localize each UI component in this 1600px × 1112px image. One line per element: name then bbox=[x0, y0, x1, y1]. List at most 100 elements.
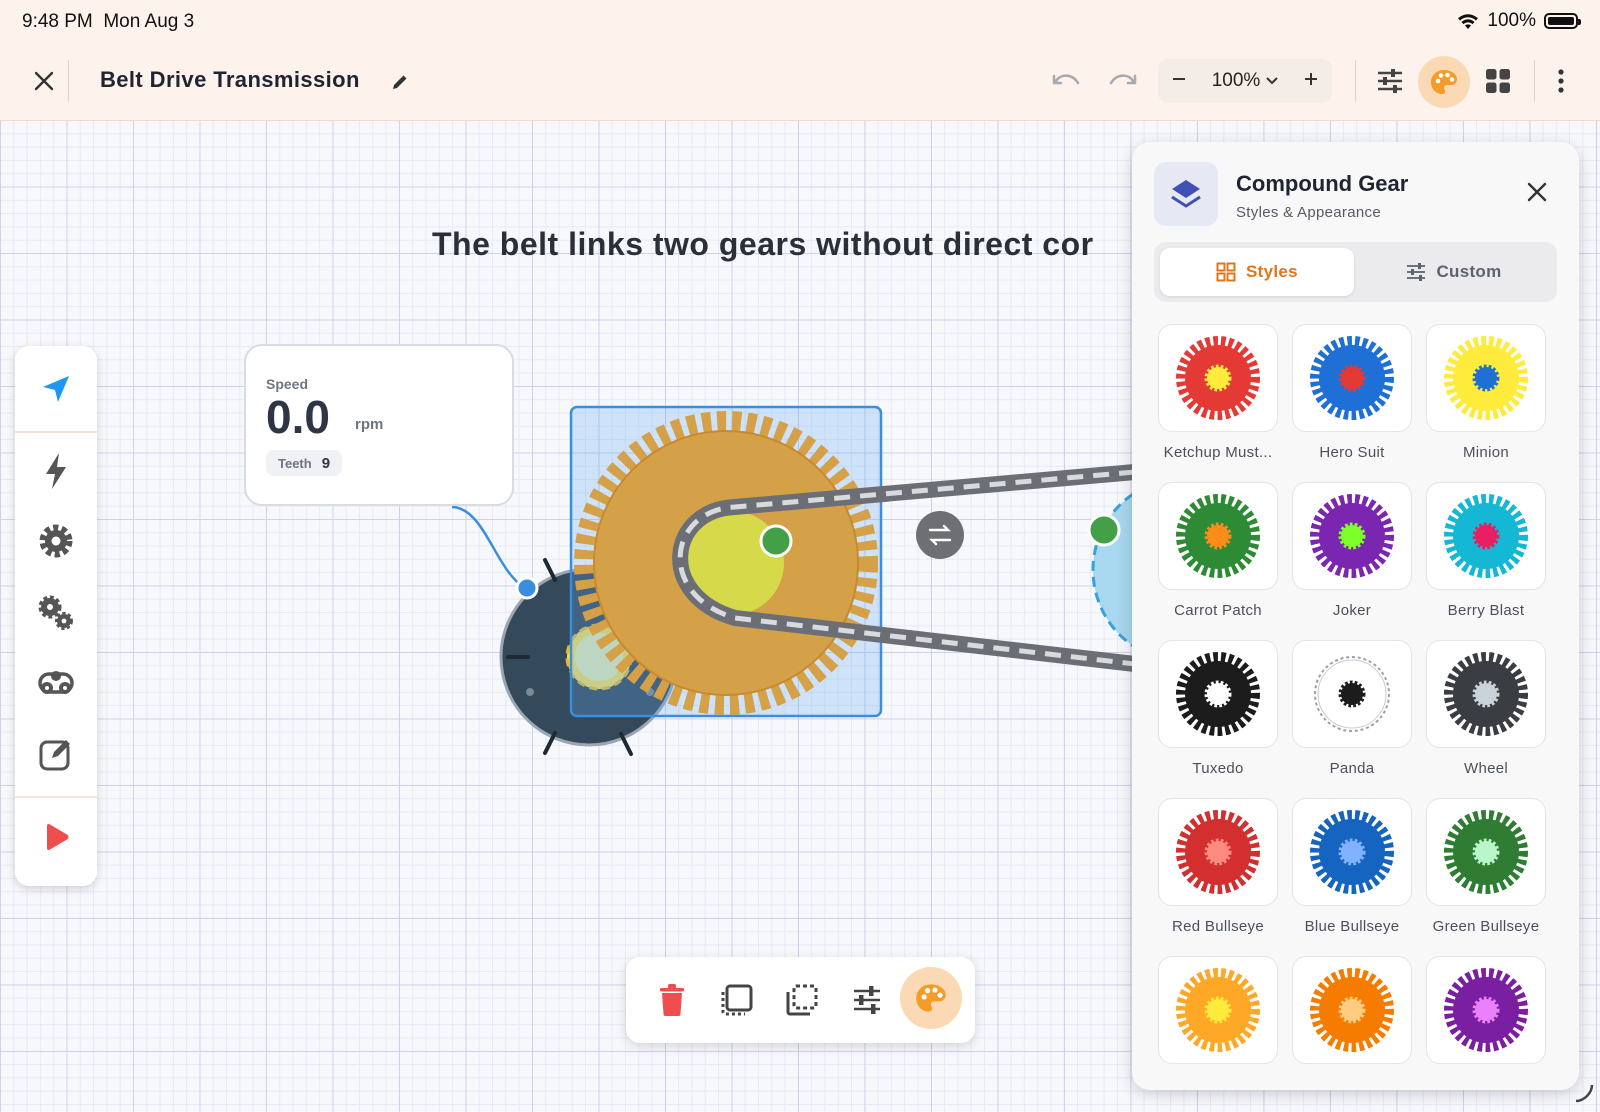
style-swatch bbox=[1158, 798, 1278, 906]
style-swatch bbox=[1426, 640, 1546, 748]
tab-styles[interactable]: Styles bbox=[1160, 248, 1354, 296]
sensor-connector bbox=[451, 505, 526, 590]
gear-icon bbox=[1314, 656, 1390, 732]
cursor-icon bbox=[43, 376, 69, 402]
gear-pair-tool[interactable] bbox=[31, 588, 81, 638]
resize-handle[interactable] bbox=[1574, 1083, 1594, 1103]
teeth-label: Teeth bbox=[278, 455, 312, 471]
style-option[interactable]: Green Bullseye bbox=[1426, 798, 1546, 935]
duplicate-button[interactable] bbox=[708, 971, 766, 1029]
delete-button[interactable] bbox=[643, 971, 701, 1029]
anchor-handle[interactable] bbox=[515, 576, 539, 600]
style-option[interactable] bbox=[1158, 956, 1278, 1064]
panel-title: Compound Gear bbox=[1236, 171, 1409, 196]
trash-icon bbox=[660, 984, 684, 1016]
style-swatch bbox=[1292, 798, 1412, 906]
tab-styles-label: Styles bbox=[1246, 262, 1298, 281]
gear-icon bbox=[1444, 810, 1528, 894]
gear-icon bbox=[1444, 336, 1528, 420]
style-swatch bbox=[1292, 640, 1412, 748]
style-option[interactable]: Panda bbox=[1292, 640, 1412, 777]
style-name: Blue Bullseye bbox=[1304, 918, 1400, 935]
swap-button[interactable] bbox=[916, 511, 964, 559]
gear-icon bbox=[1444, 652, 1528, 736]
tab-custom[interactable]: Custom bbox=[1357, 248, 1551, 296]
style-swatch bbox=[1426, 482, 1546, 590]
adjust-button[interactable] bbox=[838, 971, 896, 1029]
compound-gear[interactable] bbox=[574, 411, 878, 715]
palette-icon bbox=[916, 984, 946, 1012]
sliders-icon bbox=[1407, 263, 1426, 281]
gear-icon bbox=[1176, 810, 1260, 894]
style-button[interactable] bbox=[900, 967, 962, 1029]
duplicate-icon bbox=[721, 984, 753, 1016]
style-swatch bbox=[1426, 956, 1546, 1064]
style-name: Hero Suit bbox=[1319, 444, 1385, 461]
gear-icon bbox=[1310, 494, 1394, 578]
style-name: Panda bbox=[1329, 760, 1375, 777]
selection-action-bar bbox=[626, 957, 975, 1043]
play-icon bbox=[47, 824, 69, 850]
close-icon bbox=[1527, 182, 1547, 202]
select-icon bbox=[786, 984, 818, 1016]
style-option[interactable]: Carrot Patch bbox=[1158, 482, 1278, 619]
connection-handle[interactable] bbox=[1087, 513, 1121, 547]
style-swatch bbox=[1426, 798, 1546, 906]
divider bbox=[15, 431, 97, 433]
gear-icon bbox=[1310, 336, 1394, 420]
style-option[interactable]: Joker bbox=[1292, 482, 1412, 619]
style-option[interactable]: Blue Bullseye bbox=[1292, 798, 1412, 935]
style-option[interactable]: Ketchup Must... bbox=[1158, 324, 1278, 461]
panel-close-button[interactable] bbox=[1517, 172, 1557, 212]
speed-unit: rpm bbox=[355, 416, 384, 433]
style-name: Ketchup Must... bbox=[1163, 444, 1273, 461]
style-option[interactable]: Hero Suit bbox=[1292, 324, 1412, 461]
style-name: Minion bbox=[1463, 444, 1509, 461]
select-group-button[interactable] bbox=[773, 971, 831, 1029]
style-name: Tuxedo bbox=[1192, 760, 1244, 777]
style-option[interactable]: Tuxedo bbox=[1158, 640, 1278, 777]
style-option[interactable]: Berry Blast bbox=[1426, 482, 1546, 619]
styles-panel: Compound Gear Styles & Appearance Styles… bbox=[1132, 142, 1579, 1090]
style-swatch bbox=[1158, 640, 1278, 748]
style-option[interactable]: Wheel bbox=[1426, 640, 1546, 777]
speed-readout-card[interactable]: Speed 0.0 rpm Teeth 9 bbox=[244, 344, 514, 506]
gear-tool[interactable] bbox=[31, 516, 81, 566]
teeth-badge: Teeth 9 bbox=[266, 450, 343, 476]
layers-icon bbox=[1171, 180, 1201, 208]
bolt-icon bbox=[46, 453, 66, 489]
gear-icon bbox=[1310, 968, 1394, 1052]
style-option[interactable]: Red Bullseye bbox=[1158, 798, 1278, 935]
gear-icon bbox=[1444, 494, 1528, 578]
style-name: Carrot Patch bbox=[1174, 602, 1262, 619]
style-name: Red Bullseye bbox=[1172, 918, 1264, 935]
gear-icon bbox=[1176, 494, 1260, 578]
style-option[interactable] bbox=[1426, 956, 1546, 1064]
panel-tabs: Styles Custom bbox=[1154, 242, 1557, 302]
style-swatch bbox=[1158, 324, 1278, 432]
style-swatch bbox=[1426, 324, 1546, 432]
style-name: Wheel bbox=[1463, 760, 1509, 777]
power-tool[interactable] bbox=[31, 446, 81, 496]
chain-tool[interactable] bbox=[31, 658, 81, 708]
annotate-tool[interactable] bbox=[31, 729, 81, 779]
sliders-icon bbox=[854, 986, 880, 1014]
play-button[interactable] bbox=[31, 812, 81, 862]
divider bbox=[15, 796, 97, 798]
chain-icon bbox=[38, 671, 74, 694]
edit-icon bbox=[39, 740, 70, 771]
gear-icon bbox=[1176, 336, 1260, 420]
gear-icon bbox=[1310, 810, 1394, 894]
connection-handle[interactable] bbox=[759, 524, 793, 558]
style-option[interactable] bbox=[1292, 956, 1412, 1064]
grid-icon bbox=[1216, 262, 1236, 282]
style-option[interactable]: Minion bbox=[1426, 324, 1546, 461]
style-name: Joker bbox=[1332, 602, 1372, 619]
speed-value: 0.0 bbox=[266, 391, 330, 443]
panel-icon-box bbox=[1154, 162, 1218, 226]
gear-icon bbox=[1176, 968, 1260, 1052]
teeth-value: 9 bbox=[321, 454, 331, 472]
gear-icon bbox=[1444, 968, 1528, 1052]
panel-subtitle: Styles & Appearance bbox=[1236, 204, 1381, 221]
select-tool[interactable] bbox=[31, 364, 81, 414]
